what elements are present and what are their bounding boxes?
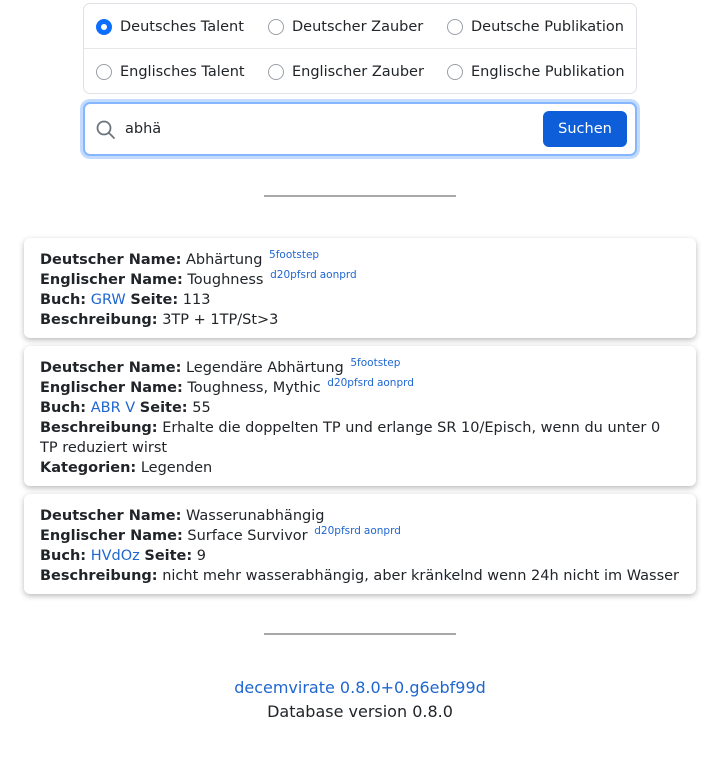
description: 3TP + 1TP/St>3	[162, 312, 279, 328]
book-link[interactable]: GRW	[91, 292, 126, 308]
source-link-5footstep[interactable]: 5footstep	[350, 357, 400, 369]
radio-label: Englisches Talent	[120, 63, 245, 80]
divider	[264, 633, 456, 635]
source-link-d20pfsrd[interactable]: d20pfsrd	[270, 269, 317, 281]
radio-label: Englischer Zauber	[292, 63, 424, 80]
categories: Legenden	[140, 460, 213, 476]
source-link-aonprd[interactable]: aonprd	[377, 377, 414, 389]
search-icon	[96, 120, 115, 139]
field-label: Englischer Name:	[40, 528, 183, 544]
field-label: Englischer Name:	[40, 380, 183, 396]
radio-german-publication[interactable]: Deutsche Publikation	[447, 4, 624, 49]
radio-unchecked-icon[interactable]	[447, 18, 463, 35]
description-row: Beschreibung: nicht mehr wasserabhängig,…	[40, 566, 680, 586]
german-name: Abhärtung	[185, 252, 263, 268]
book-row: Buch: GRW Seite: 113	[40, 290, 680, 310]
description: nicht mehr wasserabhängig, aber kränkeln…	[162, 568, 680, 584]
radio-english-spell[interactable]: Englischer Zauber	[268, 49, 424, 94]
categories-row: Kategorien: Legenden	[40, 458, 680, 478]
result-card: Deutscher Name: Wasserunabhängig Englisc…	[24, 494, 696, 594]
radio-label: Englische Publikation	[471, 63, 625, 80]
version-link[interactable]: decemvirate 0.8.0+0.g6ebf99d	[0, 678, 720, 697]
radio-checked-icon[interactable]	[96, 18, 112, 35]
radio-unchecked-icon[interactable]	[447, 63, 463, 80]
radio-english-talent[interactable]: Englisches Talent	[96, 49, 245, 94]
field-label: Buch:	[40, 548, 87, 564]
radio-english-publication[interactable]: Englische Publikation	[447, 49, 625, 94]
radio-label: Deutsche Publikation	[471, 18, 624, 35]
book-row: Buch: ABR V Seite: 55	[40, 398, 680, 418]
field-label: Beschreibung:	[40, 568, 158, 584]
field-label: Deutscher Name:	[40, 252, 182, 268]
page-number: 9	[196, 548, 207, 564]
english-name-row: Englischer Name: Surface Survivor d20pfs…	[40, 526, 680, 546]
search-type-filter: Deutsches Talent Deutscher Zauber Deutsc…	[83, 3, 637, 94]
field-label: Seite:	[130, 292, 179, 308]
result-card: Deutscher Name: Legendäre Abhärtung 5foo…	[24, 346, 696, 486]
field-label: Englischer Name:	[40, 272, 183, 288]
english-name-row: Englischer Name: Toughness d20pfsrd aonpr…	[40, 270, 680, 290]
result-card: Deutscher Name: Abhärtung 5footstep Engl…	[24, 238, 696, 338]
source-link-aonprd[interactable]: aonprd	[320, 269, 357, 281]
field-label: Deutscher Name:	[40, 508, 182, 524]
field-label: Beschreibung:	[40, 312, 158, 328]
book-link[interactable]: ABR V	[91, 400, 135, 416]
field-label: Seite:	[144, 548, 193, 564]
field-label: Beschreibung:	[40, 420, 158, 436]
field-label: Buch:	[40, 400, 87, 416]
german-name: Wasserunabhängig	[185, 508, 325, 524]
german-name: Legendäre Abhärtung	[185, 360, 344, 376]
german-name-row: Deutscher Name: Abhärtung 5footstep	[40, 250, 680, 270]
english-name: Toughness, Mythic	[187, 380, 321, 396]
source-link-d20pfsrd[interactable]: d20pfsrd	[314, 525, 361, 537]
radio-unchecked-icon[interactable]	[268, 63, 284, 80]
filter-row-german: Deutsches Talent Deutscher Zauber Deutsc…	[84, 4, 636, 49]
search-input[interactable]	[123, 115, 533, 143]
page-number: 113	[182, 292, 211, 308]
description-row: Beschreibung: 3TP + 1TP/St>3	[40, 310, 680, 330]
english-name: Toughness	[187, 272, 264, 288]
german-name-row: Deutscher Name: Wasserunabhängig	[40, 506, 680, 526]
radio-unchecked-icon[interactable]	[96, 63, 112, 80]
page-number: 55	[192, 400, 211, 416]
field-label: Kategorien:	[40, 460, 137, 476]
book-link[interactable]: HVdOz	[91, 548, 140, 564]
radio-label: Deutsches Talent	[120, 18, 244, 35]
database-version: Database version 0.8.0	[267, 702, 453, 721]
filter-row-english: Englisches Talent Englischer Zauber Engl…	[84, 49, 636, 94]
field-label: Seite:	[139, 400, 188, 416]
field-label: Buch:	[40, 292, 87, 308]
source-link-5footstep[interactable]: 5footstep	[269, 249, 319, 261]
english-name: Surface Survivor	[187, 528, 308, 544]
field-label: Deutscher Name:	[40, 360, 182, 376]
source-link-aonprd[interactable]: aonprd	[364, 525, 401, 537]
book-row: Buch: HVdOz Seite: 9	[40, 546, 680, 566]
radio-unchecked-icon[interactable]	[268, 18, 284, 35]
source-link-d20pfsrd[interactable]: d20pfsrd	[327, 377, 374, 389]
description-row: Beschreibung: Erhalte die doppelten TP u…	[40, 418, 680, 458]
radio-german-talent[interactable]: Deutsches Talent	[96, 4, 244, 49]
search-button[interactable]: Suchen	[543, 111, 627, 147]
radio-german-spell[interactable]: Deutscher Zauber	[268, 4, 423, 49]
divider	[264, 195, 456, 197]
german-name-row: Deutscher Name: Legendäre Abhärtung 5foo…	[40, 358, 680, 378]
english-name-row: Englischer Name: Toughness, Mythic d20pf…	[40, 378, 680, 398]
radio-label: Deutscher Zauber	[292, 18, 424, 35]
search-bar: Suchen	[83, 102, 637, 156]
